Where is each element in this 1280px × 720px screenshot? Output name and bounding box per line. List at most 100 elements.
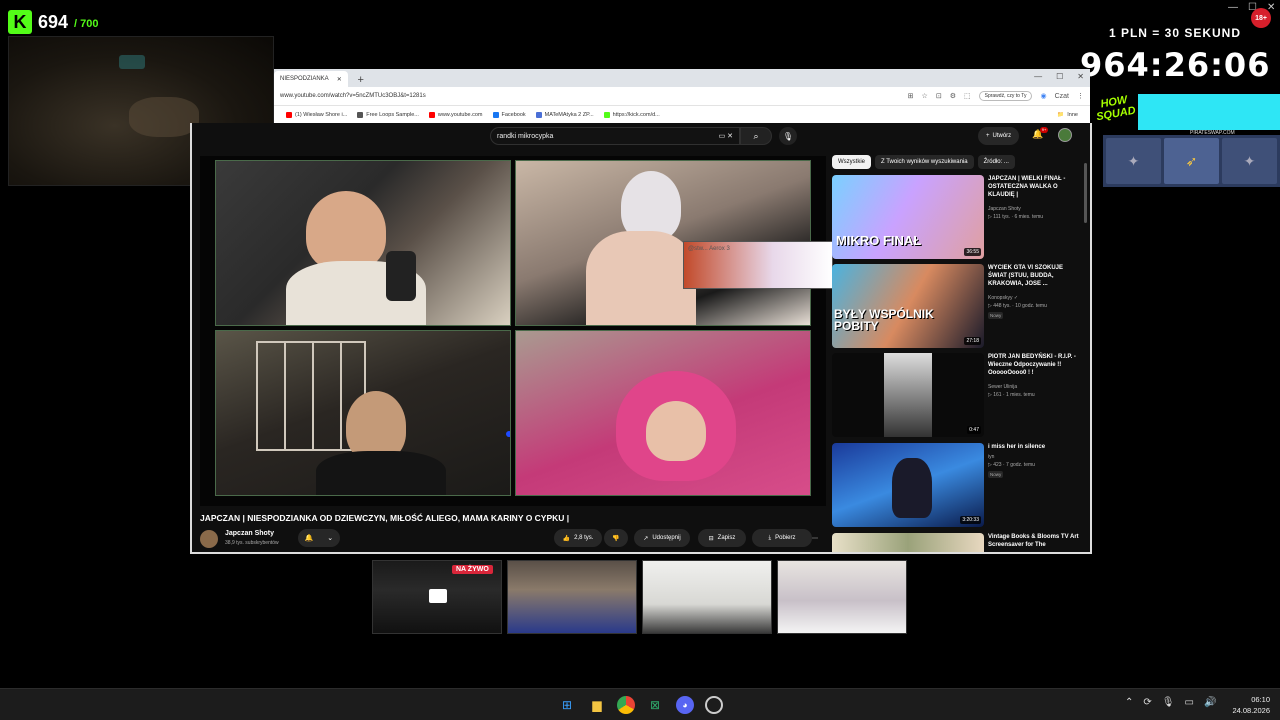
search-button[interactable]: ⌕ (740, 127, 772, 145)
search-input[interactable]: randki mikrocypka ▭ ✕ (490, 127, 740, 145)
share-label: Udostępnij (652, 535, 681, 541)
bookmark-star-icon[interactable]: ☆ (922, 92, 928, 100)
search-icon: ⌕ (753, 130, 759, 141)
windows-start-icon[interactable]: ⊞ (558, 696, 576, 714)
plus-icon: + (986, 133, 990, 139)
bookmark-item[interactable]: https://kick.com/d... (603, 111, 660, 118)
product-popup: @stw... Aerox 3 (683, 241, 833, 289)
url-text[interactable]: www.youtube.com/watch?v=5ncZMTUc3OBJ&t=1… (280, 93, 908, 99)
skin-slot: ✦ (1106, 138, 1161, 184)
keyboard-clear-icons[interactable]: ▭ ✕ (719, 132, 733, 140)
menu-icon[interactable]: ⋮ (1077, 92, 1084, 100)
thumbs-down-icon: 👎 (612, 535, 620, 542)
voice-search-button[interactable]: 🎙 (779, 127, 797, 145)
bookmark-item[interactable]: (1) Wiesław Shore i... (286, 111, 348, 118)
rec-channel: Japczan Shoty (988, 206, 1021, 212)
person-figure (306, 191, 386, 271)
subscription-bell-button[interactable]: 🔔 ⌄ (298, 529, 340, 547)
bookmark-favicon (357, 111, 364, 118)
rec-duration: 3:20:33 (960, 516, 981, 524)
kick-goal: / 700 (74, 18, 99, 30)
bookmarks-bar: (1) Wiesław Shore i... Free Loops Sample… (274, 105, 1090, 123)
download-label: Pobierz (775, 535, 796, 541)
chip-search-results[interactable]: Z Twoich wyników wyszukiwania (875, 155, 974, 169)
bookmarks-more[interactable]: 📁 Inne (1057, 112, 1078, 118)
bottom-cam-2[interactable] (507, 560, 637, 634)
mic-icon: 🎙 (782, 131, 794, 141)
video-player[interactable]: @stw... Aerox 3 (200, 156, 833, 506)
rec-title: JAPCZAN | WIELKI FINAŁ - OSTATECZNA WALK… (988, 176, 1066, 198)
new-tab-button[interactable]: + (354, 73, 368, 87)
sidebar-scrollbar[interactable] (1084, 163, 1087, 223)
file-explorer-icon[interactable]: ▆ (588, 696, 606, 714)
youtube-page: randki mikrocypka ▭ ✕ ⌕ 🎙 + Utwórz 🔔 9+ @… (190, 123, 1092, 554)
channel-avatar[interactable] (200, 530, 218, 548)
translate-icon[interactable]: ⊞ (908, 92, 914, 100)
taskbar-clock[interactable]: 06:10 24.08.2026 (1226, 694, 1270, 716)
browser-tab[interactable]: NIESPODZIANKA ✕ (274, 71, 348, 87)
video-cam-top-left (215, 160, 511, 326)
dislike-button[interactable]: 👎 (604, 529, 628, 547)
tab-close-icon[interactable]: ✕ (337, 76, 342, 83)
extensions-puzzle-icon[interactable]: ⬚ (964, 92, 971, 100)
settings-icon[interactable]: ⚙ (950, 92, 956, 100)
browser-window-controls[interactable]: — ☐ ✕ (1034, 72, 1084, 81)
monitor-icon (429, 589, 447, 603)
chat-profile-icon[interactable]: ◉ (1040, 92, 1046, 100)
recommendation-item[interactable]: Vintage Books & Blooms TV Art Screensave… (832, 533, 1082, 552)
account-avatar[interactable] (1058, 128, 1072, 142)
rec-thumbnail[interactable]: MIKRO FINAŁ 36:55 (832, 175, 984, 259)
chevron-down-icon: ⌄ (327, 535, 334, 542)
bookmark-label: (1) Wiesław Shore i... (295, 111, 348, 118)
bookmark-favicon (286, 111, 292, 118)
download-button[interactable]: ⤓ Pobierz (752, 529, 812, 547)
display-icon[interactable]: ▭ (1184, 697, 1193, 708)
save-button[interactable]: ⊟ Zapisz (698, 529, 746, 547)
rec-channel: iyn (988, 454, 995, 460)
password-check[interactable]: Sprawdź, czy to Ty (978, 91, 1033, 101)
recommendation-item[interactable]: 3:20:33 i miss her in silence iyn ▷ 423 … (832, 443, 1082, 527)
bookmark-item[interactable]: Free Loops Sample... (357, 111, 419, 118)
rec-thumbnail[interactable]: BYŁY WSPÓLNIK POBITY 27:18 (832, 264, 984, 348)
rec-new-badge: Nowy (988, 471, 1004, 478)
recommendation-item[interactable]: BYŁY WSPÓLNIK POBITY 27:18 WYCIEK GTA VI… (832, 264, 1082, 348)
chevron-up-icon[interactable]: ⌃ (1125, 697, 1133, 708)
rec-thumbnail[interactable]: 0:47 (832, 353, 984, 437)
recommendation-item[interactable]: 0:47 PIOTR JAN BEDYŃSKI - R.I.P. - Wiecz… (832, 353, 1082, 437)
address-bar[interactable]: www.youtube.com/watch?v=5ncZMTUc3OBJ&t=1… (274, 87, 1090, 105)
profile-label[interactable]: Czat (1055, 93, 1069, 100)
more-icon: ⋯ (812, 535, 818, 542)
bookmark-item[interactable]: Facebook (492, 111, 526, 118)
chip-all[interactable]: Wszystkie (832, 155, 871, 169)
skin-slot: ➶ (1164, 138, 1219, 184)
bottom-cam-4[interactable] (777, 560, 907, 634)
video-cam-bottom-left (215, 330, 511, 496)
like-button[interactable]: 👍 2,8 tys. (554, 529, 602, 547)
rec-new-badge: Nowy (988, 312, 1004, 319)
create-button[interactable]: + Utwórz (978, 127, 1020, 145)
bookmark-item[interactable]: MATeMAtyka 2 ZP... (535, 111, 594, 118)
volume-icon[interactable]: 🔊 (1204, 697, 1216, 708)
rec-thumbnail[interactable] (832, 533, 984, 552)
channel-name[interactable]: Japczan Shoty (225, 530, 274, 537)
chrome-icon[interactable] (617, 696, 635, 714)
bottom-cam-3[interactable] (642, 560, 772, 634)
share-button[interactable]: ↗ Udostępnij (634, 529, 690, 547)
recommendation-item[interactable]: MIKRO FINAŁ 36:55 JAPCZAN | WIELKI FINAŁ… (832, 175, 1082, 259)
chrome-canary-icon[interactable] (705, 696, 723, 714)
mic-icon[interactable]: 🎙 (1162, 697, 1175, 708)
rec-duration: 27:18 (964, 337, 981, 345)
rec-thumbnail[interactable]: 3:20:33 (832, 443, 984, 527)
age-rating-badge: 18+ (1251, 8, 1271, 28)
more-actions-button[interactable]: ⋯ (806, 529, 824, 547)
bookmark-item[interactable]: www.youtube.com (428, 111, 483, 118)
excel-icon[interactable]: ⊠ (646, 696, 664, 714)
discord-icon[interactable]: ◕ (676, 696, 694, 714)
chip-source[interactable]: Źródło: ... (977, 155, 1015, 169)
sync-icon[interactable]: ⟳ (1143, 697, 1151, 708)
bookmark-label: Free Loops Sample... (366, 111, 419, 118)
microphone (386, 251, 416, 301)
sidebar-chips: Wszystkie Z Twoich wyników wyszukiwania … (832, 155, 1015, 169)
bookmark-label: Facebook (501, 111, 526, 118)
extension-icon[interactable]: ⊡ (936, 92, 942, 100)
